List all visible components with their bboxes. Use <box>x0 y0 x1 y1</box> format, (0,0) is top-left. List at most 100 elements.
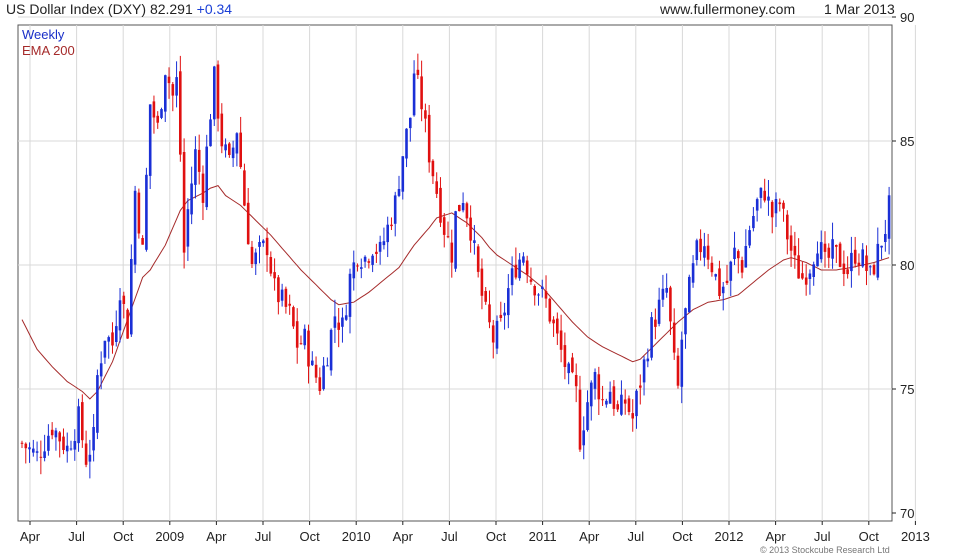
candle-body <box>130 259 133 335</box>
candle-body <box>635 390 638 417</box>
candle-body <box>458 205 461 212</box>
candle-body <box>657 299 661 324</box>
candle-body <box>420 76 423 110</box>
x-tick-label: 2013 <box>901 529 930 544</box>
candle-body <box>246 202 250 245</box>
candle-body <box>865 255 868 271</box>
candle-body <box>62 436 65 450</box>
candle-body <box>872 265 876 275</box>
candle-body <box>823 243 827 252</box>
candle-body <box>141 238 144 245</box>
candle-body <box>322 365 325 390</box>
candle-body <box>748 230 751 246</box>
candle-body <box>220 113 224 147</box>
candle-body <box>284 288 288 307</box>
candle-body <box>111 332 114 346</box>
candle-body <box>793 245 797 256</box>
candle-body <box>375 251 378 254</box>
candle-body <box>627 398 631 412</box>
candle-body <box>265 237 269 256</box>
candle-body <box>695 240 699 260</box>
candle-body <box>718 268 721 296</box>
candle-body <box>552 319 555 324</box>
candle-body <box>544 291 548 299</box>
x-tick-label: Jul <box>627 529 644 544</box>
candle-body <box>706 245 710 260</box>
candle-body <box>672 322 676 353</box>
candle-body <box>65 445 69 452</box>
candle-body <box>737 251 740 259</box>
candle-body <box>525 260 529 275</box>
candle-body <box>318 377 322 391</box>
candle-body <box>597 374 601 400</box>
y-tick-label: 75 <box>900 382 914 397</box>
candle-body <box>759 187 763 198</box>
candle-body <box>650 317 653 358</box>
candle-body <box>182 152 186 253</box>
candle-body <box>115 326 118 342</box>
candle-body <box>684 308 687 335</box>
candle-body <box>103 340 107 358</box>
candle-body <box>491 325 495 343</box>
x-tick-label: Jul <box>255 529 272 544</box>
x-tick-label: Apr <box>393 529 414 544</box>
candle-body <box>277 277 280 303</box>
candle-body <box>35 451 39 453</box>
candle-body <box>96 375 99 433</box>
candle-body <box>571 357 574 373</box>
candle-body <box>329 329 333 371</box>
candle-body <box>148 104 152 176</box>
candle-body <box>665 288 668 293</box>
x-tick-label: 2012 <box>715 529 744 544</box>
candle-body <box>201 173 205 203</box>
candle-body <box>186 209 190 247</box>
x-tick-label: Oct <box>672 529 693 544</box>
candle-body <box>563 345 567 367</box>
candle-body <box>84 443 88 465</box>
y-tick-label: 90 <box>900 10 914 25</box>
candle-body <box>209 119 212 147</box>
candle-body <box>623 399 627 404</box>
candle-body <box>273 272 276 279</box>
candle-body <box>774 199 778 214</box>
candle-body <box>243 170 246 206</box>
candle-body <box>326 365 329 367</box>
candle-body <box>484 291 487 302</box>
candle-body <box>280 289 284 301</box>
candle-body <box>548 298 552 322</box>
candle-body <box>145 174 148 250</box>
candle-body <box>382 241 386 246</box>
candle-body <box>401 156 405 192</box>
candle-body <box>442 217 446 235</box>
candle-body <box>239 132 242 167</box>
candle-body <box>292 307 295 327</box>
candle-body <box>190 183 193 215</box>
candle-body <box>262 240 265 244</box>
candle-body <box>454 211 457 269</box>
candle-body <box>680 339 684 387</box>
candle-body <box>412 73 416 116</box>
candle-body <box>616 404 619 410</box>
candle-body <box>228 143 231 155</box>
candle-body <box>514 264 518 278</box>
candle-body <box>605 400 608 405</box>
plot-area <box>17 24 893 522</box>
copyright-notice: © 2013 Stockcube Research Ltd <box>760 545 890 555</box>
candle-body <box>816 253 819 267</box>
candle-body <box>522 256 525 263</box>
x-tick-label: 2010 <box>342 529 371 544</box>
candle-body <box>73 441 77 450</box>
candle-body <box>473 240 476 243</box>
x-tick-label: Jul <box>441 529 458 544</box>
candle-body <box>559 330 563 350</box>
last-price: 82.291 <box>149 1 193 17</box>
candle-body <box>416 69 420 75</box>
candle-body <box>205 146 208 208</box>
candle-body <box>390 224 393 227</box>
candle-body <box>179 71 182 155</box>
candle-body <box>590 382 593 407</box>
candle-body <box>661 288 665 300</box>
candle-body <box>541 286 544 289</box>
y-tick-label: 85 <box>900 134 914 149</box>
candle-body <box>99 363 103 377</box>
